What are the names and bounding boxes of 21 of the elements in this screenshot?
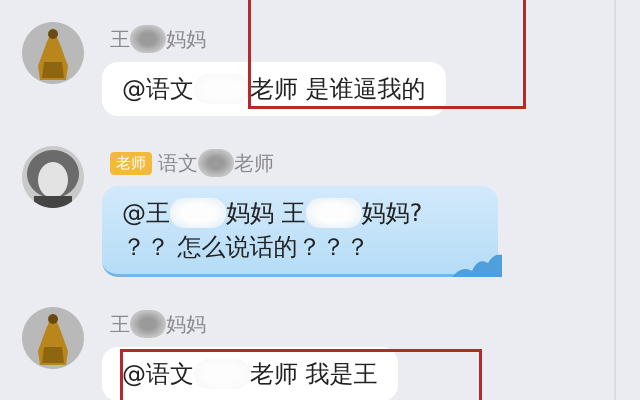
- blurred-patch: [194, 74, 250, 104]
- sender-name: 王: [110, 310, 130, 338]
- blurred-patch: [170, 198, 226, 228]
- message-text: 老师 是谁逼我的: [250, 74, 426, 105]
- sender-name: 老师: [234, 150, 274, 176]
- sender-name: 妈妈: [166, 310, 206, 338]
- message-text: 妈妈 王: [226, 198, 306, 229]
- blurred-patch: [306, 198, 362, 228]
- sender-name: 妈妈: [166, 26, 206, 52]
- message-text: 妈妈?: [362, 198, 422, 229]
- blurred-patch: [130, 25, 166, 53]
- message-text: @语文: [122, 74, 194, 105]
- sender-name: 语文: [158, 150, 198, 176]
- message-text: @语文: [122, 359, 194, 390]
- message-text: @王: [122, 198, 170, 229]
- role-badge: 老师: [110, 152, 152, 174]
- blurred-patch: [130, 310, 166, 338]
- blurred-patch: [198, 149, 234, 177]
- sender-name: 王: [110, 26, 130, 52]
- message-text: ？？ 怎么说话的？？？: [122, 232, 370, 263]
- message-text: 老师 我是王: [250, 359, 378, 390]
